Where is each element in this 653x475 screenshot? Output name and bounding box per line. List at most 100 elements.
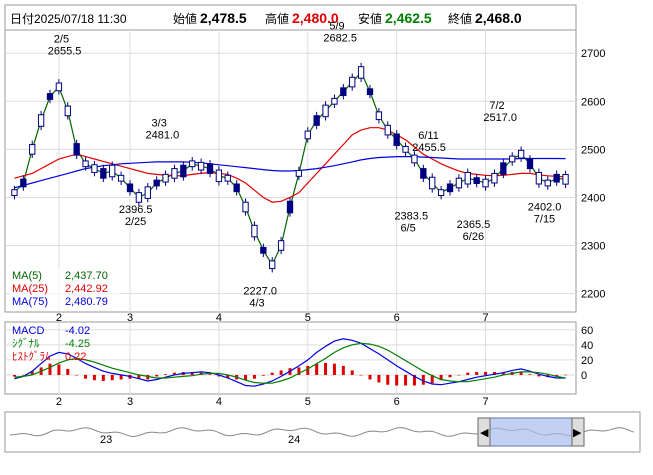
macd-xtick-label: 4 <box>216 396 222 408</box>
candle-body <box>242 201 249 213</box>
macd-hist-bar <box>457 374 461 376</box>
candle-body <box>446 183 454 193</box>
candle-body <box>126 183 134 193</box>
candle-body <box>331 97 338 105</box>
candle-body <box>20 178 27 188</box>
macd-ytick-label: 60 <box>581 325 593 337</box>
candle-body <box>29 144 36 155</box>
macd-hist-bar <box>12 374 16 377</box>
macd-hist-bar <box>270 372 274 375</box>
macd-hist-bar <box>75 374 79 376</box>
macd-hist-bar <box>48 363 52 375</box>
ma75-value: 2,480.79 <box>65 296 108 308</box>
candle-body <box>109 164 116 178</box>
candle-body <box>473 177 480 184</box>
hist-value: 0.22 <box>65 351 86 363</box>
price-ytick-label: 2700 <box>581 48 605 60</box>
candle-body <box>357 66 365 79</box>
annotation-date: 2/25 <box>125 216 146 228</box>
macd-ytick-label: 0 <box>581 370 587 382</box>
candle-body <box>153 179 160 187</box>
macd-hist-bar <box>475 371 479 375</box>
annotation-value: 2682.5 <box>323 33 357 45</box>
macd-hist-bar <box>528 374 532 375</box>
candle-body <box>535 171 543 185</box>
candle-body <box>509 155 516 163</box>
annotation-date: 2/5 <box>54 34 69 46</box>
stock-chart-widget: 日付 2025/07/18 11:30 始値 2,478.5 高値 2,480.… <box>0 0 653 470</box>
macd-hist-bar <box>377 374 381 383</box>
price-ytick-label: 2400 <box>581 192 605 204</box>
price-ytick-label: 2300 <box>581 241 605 253</box>
candle-body <box>46 93 54 100</box>
annotation-date: 3/3 <box>152 118 167 130</box>
candle-body <box>437 189 445 197</box>
candle-body <box>562 174 569 185</box>
candle-body <box>11 189 18 197</box>
macd-hist-bar <box>350 370 354 375</box>
macd-hist-bar <box>66 368 70 375</box>
candle-body <box>224 174 231 182</box>
annotation-date: 5/9 <box>329 21 344 33</box>
candle-body <box>464 171 471 185</box>
macd-hist-bar <box>386 374 390 385</box>
candle-body <box>553 173 560 183</box>
macd-xtick-label: 6 <box>394 396 400 408</box>
candle-body <box>197 161 205 171</box>
macd-hist-bar <box>101 374 105 381</box>
high-label: 高値 <box>265 11 289 26</box>
candle-body <box>349 76 356 88</box>
macd-xtick-label: 5 <box>305 396 311 408</box>
navigator-window[interactable] <box>483 417 575 447</box>
ma75-label: MA(75) <box>12 296 48 308</box>
candle-body <box>517 149 525 159</box>
annotation-value: 2655.5 <box>48 46 82 58</box>
candle-body <box>233 183 240 193</box>
macd-hist-bar <box>252 374 256 379</box>
price-ytick-label: 2600 <box>581 96 605 108</box>
candle-body <box>269 260 276 270</box>
macd-hist-bar <box>484 371 488 375</box>
annotation-date: 7/15 <box>534 213 555 225</box>
datetime-value: 2025/07/18 11:30 <box>34 12 127 26</box>
candle-body <box>144 186 151 199</box>
candle-body <box>91 164 98 173</box>
candle-body <box>37 114 45 127</box>
navigator-year-24: 24 <box>288 434 300 446</box>
macd-y-axis: 0 20 40 60 <box>581 325 593 382</box>
candle-body <box>482 178 489 188</box>
annotation-date: 6/11 <box>418 130 439 142</box>
macd-hist-bar <box>564 374 568 376</box>
macd-hist-bar <box>448 374 452 378</box>
ma5-label: MA(5) <box>12 270 42 282</box>
annotation-value: 2517.0 <box>483 112 517 124</box>
candle-body <box>340 87 347 97</box>
macd-x-axis: 2 3 4 5 6 7 <box>56 396 489 408</box>
macd-xtick-label: 7 <box>483 396 489 408</box>
ma5-value: 2,437.70 <box>65 270 108 282</box>
macd-hist-bar <box>84 374 88 379</box>
macd-hist-bar <box>341 365 345 375</box>
annotation-value: 2481.0 <box>146 130 180 142</box>
candle-body <box>162 173 169 183</box>
macd-label: MACD <box>12 325 44 337</box>
macd-hist-bar <box>279 370 283 375</box>
candle-body <box>286 200 294 214</box>
candle-body <box>295 170 303 177</box>
candle-body <box>384 124 391 136</box>
macd-hist-bar <box>404 374 408 386</box>
macd-hist-bar <box>466 372 470 375</box>
macd-value: -4.02 <box>65 325 90 337</box>
navigator-year-23: 23 <box>100 434 112 446</box>
annotation-value: 2227.0 <box>243 286 277 298</box>
annotation-value: 2383.5 <box>394 210 428 222</box>
candle-body <box>544 179 551 187</box>
candle-body <box>322 104 329 118</box>
signal-label: ｼｸﾞﾅﾙ <box>12 337 40 350</box>
annotation-value: 2365.5 <box>457 219 491 231</box>
macd-hist-bar <box>57 364 61 375</box>
macd-hist-bar <box>92 374 96 381</box>
candle-body <box>171 168 178 179</box>
macd-hist-bar <box>164 374 168 375</box>
candle-body <box>277 240 285 251</box>
